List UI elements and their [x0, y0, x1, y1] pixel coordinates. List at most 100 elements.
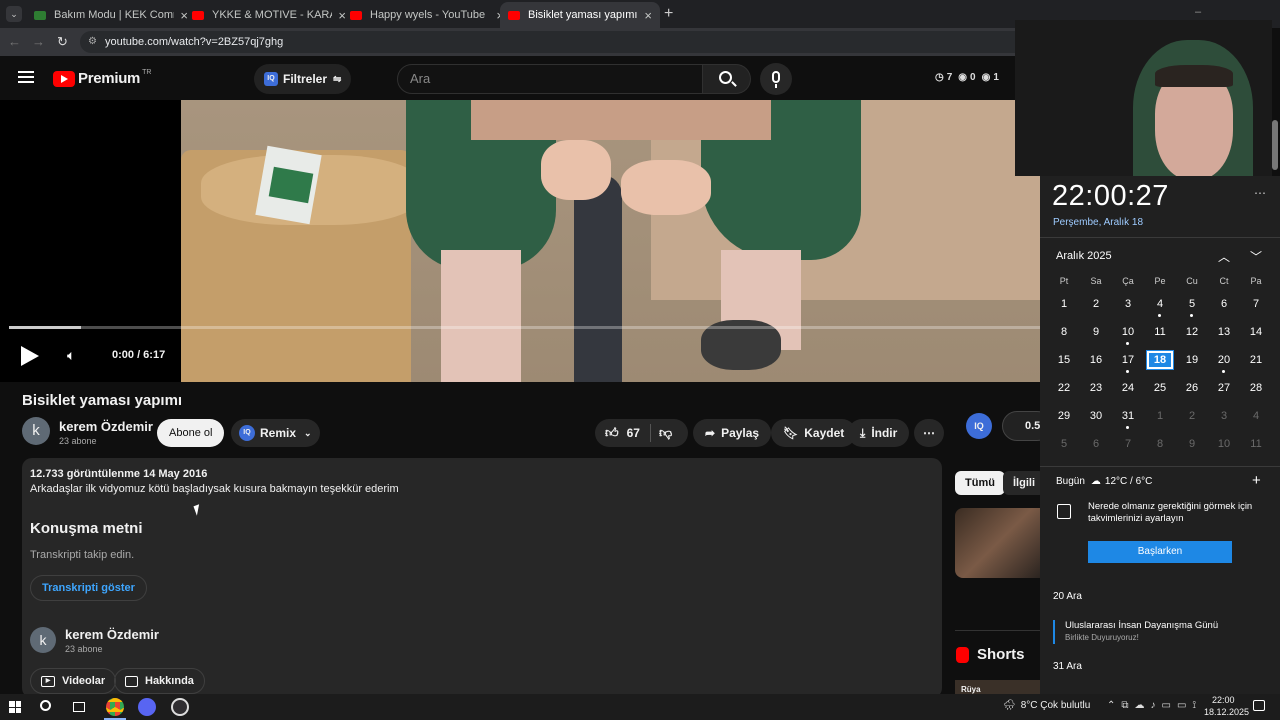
channel-name[interactable]: kerem Özdemir [59, 419, 153, 434]
calendar-day[interactable]: 16 [1080, 350, 1112, 370]
calendar-day[interactable]: 1 [1144, 406, 1176, 426]
calendar-day[interactable]: 18 [1146, 350, 1174, 370]
description-panel[interactable]: 12.733 görüntülenme 14 May 2016 Arkadaşl… [22, 458, 942, 698]
chip-related[interactable]: İlgili [1003, 471, 1045, 495]
calendar-day[interactable]: 24 [1112, 378, 1144, 398]
new-tab-button[interactable]: + [664, 5, 673, 23]
youtube-logo[interactable]: Premium TR [53, 69, 151, 87]
calendar-day[interactable]: 2 [1176, 406, 1208, 426]
save-button[interactable]: 🔖︎ Kaydet [771, 419, 857, 447]
filters-button[interactable]: IQ Filtreler ⇋ [254, 64, 352, 94]
tab-list-button[interactable]: ⌄ [6, 6, 22, 22]
calendar-day[interactable]: 7 [1240, 294, 1272, 314]
show-transcript-button[interactable]: Transkripti göster [30, 575, 147, 601]
video-player[interactable]: 🔈︎ 0:00 / 6:17 [0, 100, 1040, 382]
calendar-day[interactable]: 27 [1208, 378, 1240, 398]
search-input[interactable]: Ara [397, 64, 703, 94]
calendar-day[interactable]: 9 [1080, 322, 1112, 342]
thumbs-down-icon[interactable]: 👎︎ [659, 425, 672, 441]
calendar-day[interactable]: 29 [1048, 406, 1080, 426]
calendar-day[interactable]: 26 [1176, 378, 1208, 398]
calendar-day[interactable]: 28 [1240, 378, 1272, 398]
taskbar-time[interactable]: 22:00 [1212, 695, 1235, 705]
calendar-day[interactable]: 2 [1080, 294, 1112, 314]
channel-avatar[interactable]: k [30, 627, 56, 653]
back-icon[interactable]: ← [8, 34, 21, 49]
calendar-day[interactable]: 4 [1144, 294, 1176, 314]
search-icon[interactable] [40, 700, 51, 711]
system-tray-icons[interactable]: ⌃⧉☁♪▭▭⟟ [1107, 700, 1202, 711]
event-item[interactable]: Uluslararası İnsan Dayanışma Günü Birlik… [1053, 620, 1268, 644]
tab-bisiklet[interactable]: Bisiklet yaması yapımı - YouTub × [500, 2, 660, 28]
calendar-day[interactable]: 6 [1080, 434, 1112, 454]
calendar-day[interactable]: 6 [1208, 294, 1240, 314]
discord-app-icon[interactable] [138, 698, 156, 716]
tab-ykke[interactable]: YKKE & MOTIVE - KARANLIK (O × [184, 2, 354, 28]
url-field[interactable]: ⚙ youtube.com/watch?v=2BZ57qj7ghg [80, 31, 1030, 53]
calendar-day[interactable]: 30 [1080, 406, 1112, 426]
calendar-day[interactable]: 20 [1208, 350, 1240, 370]
tab-happy[interactable]: Happy wyels - YouTube × [342, 2, 512, 28]
next-month-icon[interactable]: ﹀ [1250, 248, 1262, 265]
videos-button[interactable]: ▶ Videolar [30, 668, 117, 694]
calendar-day[interactable]: 17 [1112, 350, 1144, 370]
calendar-day[interactable]: 31 [1112, 406, 1144, 426]
calendar-day[interactable]: 10 [1112, 322, 1144, 342]
calendar-day[interactable]: 25 [1144, 378, 1176, 398]
related-video-thumbnail[interactable] [955, 508, 1040, 578]
calendar-day[interactable]: 4 [1240, 406, 1272, 426]
reload-icon[interactable]: ↻ [57, 34, 68, 50]
previous-month-icon[interactable]: ︿ [1218, 248, 1230, 265]
calendar-day[interactable]: 13 [1208, 322, 1240, 342]
volume-icon[interactable]: 🔈︎ [67, 347, 75, 364]
calendar-day[interactable]: 8 [1048, 322, 1080, 342]
more-icon[interactable]: ⋯ [1254, 186, 1266, 200]
calendar-day[interactable]: 19 [1176, 350, 1208, 370]
month-label[interactable]: Aralık 2025 [1056, 250, 1112, 262]
remix-button[interactable]: IQ Remix ⌄ [231, 419, 320, 447]
iq-extension-icon[interactable]: IQ [966, 413, 992, 439]
calendar-day[interactable]: 12 [1176, 322, 1208, 342]
voice-search-button[interactable] [760, 63, 792, 95]
calendar-day[interactable]: 10 [1208, 434, 1240, 454]
tab-kek[interactable]: Bakım Modu | KEK Community × [26, 2, 196, 28]
calendar-day[interactable]: 11 [1144, 322, 1176, 342]
subscribe-button[interactable]: Abone ol [157, 419, 225, 447]
scrollbar[interactable] [1272, 120, 1278, 170]
obs-icon[interactable] [171, 698, 189, 716]
play-button[interactable] [21, 346, 39, 366]
calendar-day[interactable]: 11 [1240, 434, 1272, 454]
about-button[interactable]: Hakkında [114, 668, 205, 694]
search-button[interactable] [703, 64, 751, 94]
channel-name[interactable]: kerem Özdemir [65, 627, 159, 642]
chip-all[interactable]: Tümü [955, 471, 1005, 495]
full-date[interactable]: Perşembe, Aralık 18 [1053, 217, 1143, 228]
calendar-day[interactable]: 14 [1240, 322, 1272, 342]
calendar-day[interactable]: 5 [1176, 294, 1208, 314]
menu-icon[interactable] [18, 71, 34, 83]
calendar-day[interactable]: 22 [1048, 378, 1080, 398]
close-icon[interactable]: × [644, 8, 652, 23]
site-info-icon[interactable]: ⚙ [88, 31, 97, 53]
short-thumbnail[interactable]: Rüya [955, 680, 1040, 694]
windows-start-icon[interactable] [9, 701, 21, 713]
share-button[interactable]: ➦ Paylaş [693, 419, 772, 447]
calendar-day[interactable]: 8 [1144, 434, 1176, 454]
calendar-day[interactable]: 1 [1048, 294, 1080, 314]
calendar-day[interactable]: 23 [1080, 378, 1112, 398]
calendar-day[interactable]: 5 [1048, 434, 1080, 454]
calendar-day[interactable]: 9 [1176, 434, 1208, 454]
start-button[interactable]: Başlarken [1088, 541, 1232, 563]
download-button[interactable]: ⤓ İndir [848, 419, 910, 447]
calendar-day[interactable]: 15 [1048, 350, 1080, 370]
chrome-icon[interactable] [106, 698, 124, 716]
notification-icon[interactable] [1253, 700, 1265, 711]
weather-widget[interactable]: 🌧︎ 8°C Çok bulutlu [1003, 700, 1090, 711]
calendar-day[interactable]: 21 [1240, 350, 1272, 370]
calendar-day[interactable]: 3 [1112, 294, 1144, 314]
like-button[interactable]: 👍︎ 67 👎︎ [595, 419, 688, 447]
task-view-icon[interactable] [73, 702, 85, 712]
channel-avatar[interactable]: k [22, 417, 50, 445]
forward-icon[interactable]: → [32, 34, 45, 49]
progress-track[interactable] [9, 326, 1040, 329]
